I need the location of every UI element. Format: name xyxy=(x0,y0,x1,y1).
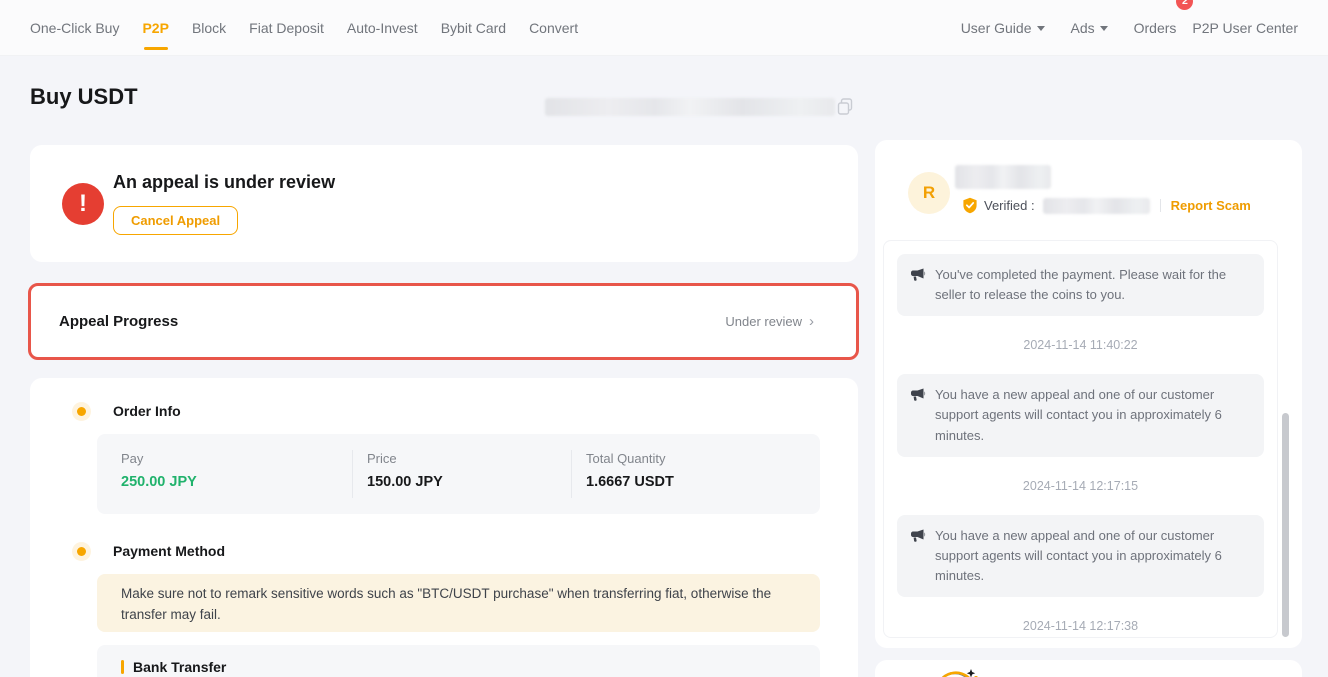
chat-message-list: You've completed the payment. Please wai… xyxy=(883,240,1278,638)
section-bullet-icon xyxy=(77,547,86,556)
chevron-right-icon: › xyxy=(809,313,814,330)
system-message: You have a new appeal and one of our cus… xyxy=(897,374,1264,456)
alert-exclamation-icon: ! xyxy=(62,183,104,225)
redacted-counterparty-name xyxy=(955,165,1051,189)
system-message: You've completed the payment. Please wai… xyxy=(897,254,1264,316)
pay-value: 250.00 JPY xyxy=(121,474,197,490)
nav-item-orders[interactable]: Orders 2 xyxy=(1134,2,1177,54)
megaphone-icon xyxy=(910,528,926,544)
divider xyxy=(1160,199,1161,212)
appeal-progress-status: Under review › xyxy=(725,313,814,330)
redacted-order-number xyxy=(545,98,835,116)
chat-timestamp: 2024-11-14 12:17:38 xyxy=(897,619,1264,633)
chevron-down-icon xyxy=(1100,26,1108,31)
verified-label: Verified : xyxy=(984,198,1035,213)
report-scam-link[interactable]: Report Scam xyxy=(1171,198,1251,213)
appeal-banner-title: An appeal is under review xyxy=(113,172,335,193)
divider xyxy=(352,450,353,498)
orders-count-badge: 2 xyxy=(1176,0,1193,10)
chevron-down-icon xyxy=(1037,26,1045,31)
divider xyxy=(571,450,572,498)
bank-transfer-label: Bank Transfer xyxy=(133,659,226,675)
nav-item-one-click-buy[interactable]: One-Click Buy xyxy=(30,2,119,54)
system-message: You have a new appeal and one of our cus… xyxy=(897,515,1264,597)
nav-item-p2p-user-center[interactable]: P2P User Center xyxy=(1192,2,1298,54)
accent-bar-icon xyxy=(121,660,124,674)
nav-item-fiat-deposit[interactable]: Fiat Deposit xyxy=(249,2,324,54)
appeal-progress-row[interactable]: Appeal Progress Under review › xyxy=(28,283,859,360)
verified-shield-icon xyxy=(962,197,978,214)
order-details-card: Order Info Pay 250.00 JPY Price 150.00 J… xyxy=(30,378,858,677)
emoji-icon[interactable] xyxy=(931,665,981,677)
copy-icon[interactable] xyxy=(837,98,853,116)
nav-item-convert[interactable]: Convert xyxy=(529,2,578,54)
total-quantity-label: Total Quantity xyxy=(586,451,666,466)
nav-right-group: User Guide Ads Orders 2 P2P User Center xyxy=(961,2,1298,54)
chat-scrollbar-thumb[interactable] xyxy=(1282,413,1289,637)
nav-left-group: One-Click Buy P2P Block Fiat Deposit Aut… xyxy=(30,2,578,54)
redacted-verified-name xyxy=(1043,198,1150,214)
nav-item-auto-invest[interactable]: Auto-Invest xyxy=(347,2,418,54)
order-info-section-title: Order Info xyxy=(113,403,181,419)
chat-timestamp: 2024-11-14 11:40:22 xyxy=(897,338,1264,352)
megaphone-icon xyxy=(910,387,926,403)
price-label: Price xyxy=(367,451,397,466)
nav-item-bybit-card[interactable]: Bybit Card xyxy=(441,2,506,54)
nav-item-block[interactable]: Block xyxy=(192,2,226,54)
appeal-banner-card: ! An appeal is under review Cancel Appea… xyxy=(30,145,858,262)
appeal-progress-label: Appeal Progress xyxy=(59,313,178,330)
total-quantity-value: 1.6667 USDT xyxy=(586,474,674,490)
bank-transfer-box: Bank Transfer xyxy=(97,645,820,677)
megaphone-icon xyxy=(910,267,926,283)
cancel-appeal-button[interactable]: Cancel Appeal xyxy=(113,206,238,235)
price-value: 150.00 JPY xyxy=(367,474,443,490)
nav-item-ads[interactable]: Ads xyxy=(1071,2,1108,54)
verified-row: Verified : Report Scam xyxy=(962,197,1251,214)
section-bullet-icon xyxy=(77,407,86,416)
counterparty-avatar[interactable]: R xyxy=(908,172,950,214)
pay-label: Pay xyxy=(121,451,143,466)
order-info-box: Pay 250.00 JPY Price 150.00 JPY Total Qu… xyxy=(97,434,820,514)
chat-input-area xyxy=(875,660,1302,677)
chat-panel: R Verified : Report Scam You've complete… xyxy=(875,140,1302,648)
nav-item-p2p[interactable]: P2P xyxy=(142,2,168,54)
payment-warning-note: Make sure not to remark sensitive words … xyxy=(97,574,820,632)
chat-timestamp: 2024-11-14 12:17:15 xyxy=(897,479,1264,493)
top-navigation: One-Click Buy P2P Block Fiat Deposit Aut… xyxy=(0,0,1328,56)
page-title: Buy USDT xyxy=(30,84,138,110)
nav-item-user-guide[interactable]: User Guide xyxy=(961,2,1045,54)
payment-method-section-title: Payment Method xyxy=(113,543,225,559)
